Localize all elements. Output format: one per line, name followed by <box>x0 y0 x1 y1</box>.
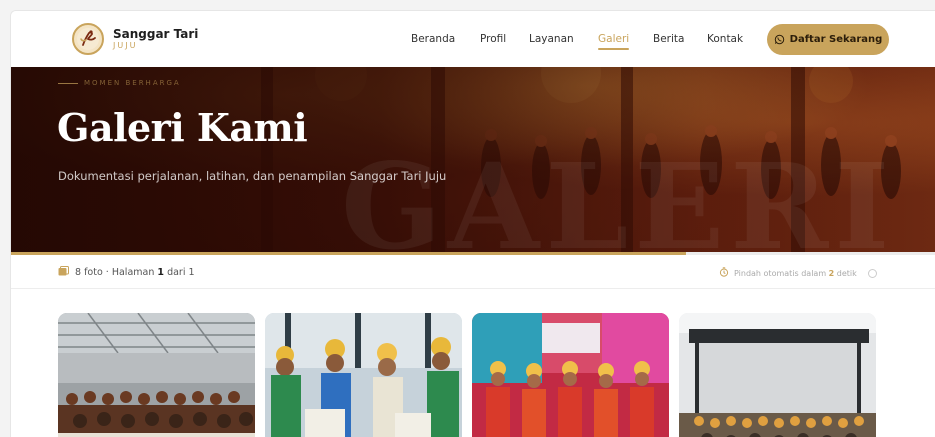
hero-eyebrow: MOMEN BERHARGA <box>58 79 181 87</box>
page-separator: dari <box>167 267 186 278</box>
page-prefix: Halaman <box>111 267 155 278</box>
nav-beranda[interactable]: Beranda <box>411 33 455 45</box>
whatsapp-icon <box>774 34 785 45</box>
nav-profil[interactable]: Profil <box>480 33 506 45</box>
page-title: Galeri Kami <box>57 105 308 150</box>
gallery-photo-4[interactable] <box>679 313 876 437</box>
register-button[interactable]: Daftar Sekarang <box>767 24 889 55</box>
autoplay-suffix: detik <box>836 268 857 278</box>
navbar: Sanggar Tari JUJU Beranda Profil Layanan… <box>11 11 935 67</box>
dancer-logo-icon <box>72 23 104 55</box>
photos-icon <box>58 266 69 279</box>
hero-eyebrow-label: MOMEN BERHARGA <box>84 79 181 87</box>
autoplay-seconds: 2 <box>828 268 835 278</box>
gallery-info-bar: 8 foto · Halaman 1 dari 1 Pindah otomati… <box>11 255 935 289</box>
gallery-photo-3[interactable] <box>472 313 669 437</box>
brand-subtitle: JUJU <box>113 41 138 50</box>
register-button-label: Daftar Sekarang <box>789 34 883 45</box>
gallery-photo-1[interactable] <box>58 313 255 437</box>
nav-kontak[interactable]: Kontak <box>707 33 743 45</box>
photo-count-label: 8 foto <box>75 267 103 278</box>
page-subtitle: Dokumentasi perjalanan, latihan, dan pen… <box>58 169 447 183</box>
gallery-photo-2[interactable] <box>265 313 462 437</box>
brand-name: Sanggar Tari <box>113 27 199 41</box>
page-current: 1 <box>157 267 165 278</box>
hero-banner: GALERI MOMEN BERHARGA Galeri Kami Dokume… <box>11 67 935 252</box>
hero-watermark: GALERI <box>341 137 896 252</box>
nav-berita[interactable]: Berita <box>653 33 684 45</box>
brand-home-link[interactable]: Sanggar Tari JUJU <box>72 23 198 55</box>
timer-icon <box>719 267 729 279</box>
autoplay-prefix: Pindah otomatis dalam <box>734 268 827 278</box>
nav-galeri[interactable]: Galeri <box>598 33 630 50</box>
nav-layanan[interactable]: Layanan <box>529 33 574 45</box>
page-total: 1 <box>188 267 195 278</box>
autoplay-timer: Pindah otomatis dalam 2 detik <box>719 267 877 279</box>
photo-count: 8 foto · Halaman 1 dari 1 <box>58 266 195 279</box>
autoplay-toggle-icon[interactable] <box>867 268 877 278</box>
page-frame: Sanggar Tari JUJU Beranda Profil Layanan… <box>10 10 935 437</box>
